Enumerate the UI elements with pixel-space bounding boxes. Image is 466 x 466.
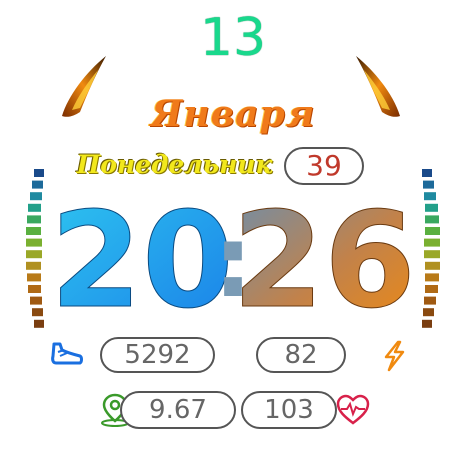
heart-pulse-icon — [336, 394, 370, 425]
digital-time: 20 : 26 — [50, 188, 417, 318]
time-minutes: 26 — [232, 188, 416, 318]
week-number-pill[interactable]: 39 — [284, 147, 364, 185]
steps-pill[interactable]: 5292 — [100, 337, 215, 373]
battery-value: 82 — [284, 340, 318, 370]
distance-value: 9.67 — [149, 395, 207, 425]
steps-value: 5292 — [124, 340, 191, 370]
week-number-value: 39 — [306, 149, 342, 182]
shoe-icon — [51, 342, 83, 365]
distance-pill[interactable]: 9.67 — [120, 391, 236, 429]
level-bar — [422, 169, 432, 177]
time-hours: 20 — [50, 188, 234, 318]
heart-rate-pill[interactable]: 103 — [241, 391, 337, 429]
battery-pill[interactable]: 82 — [256, 337, 346, 373]
watch-face: { "date": { "day": "13", "month": "Январ… — [0, 0, 466, 466]
level-bar — [34, 319, 44, 328]
level-bar — [422, 319, 432, 328]
lightning-icon — [384, 340, 405, 372]
day-of-month: 13 — [199, 8, 267, 68]
weekday-name: Понедельник — [76, 150, 273, 179]
month-name: Января — [150, 93, 316, 135]
level-bar — [34, 169, 44, 177]
heart-rate-value: 103 — [264, 395, 314, 425]
